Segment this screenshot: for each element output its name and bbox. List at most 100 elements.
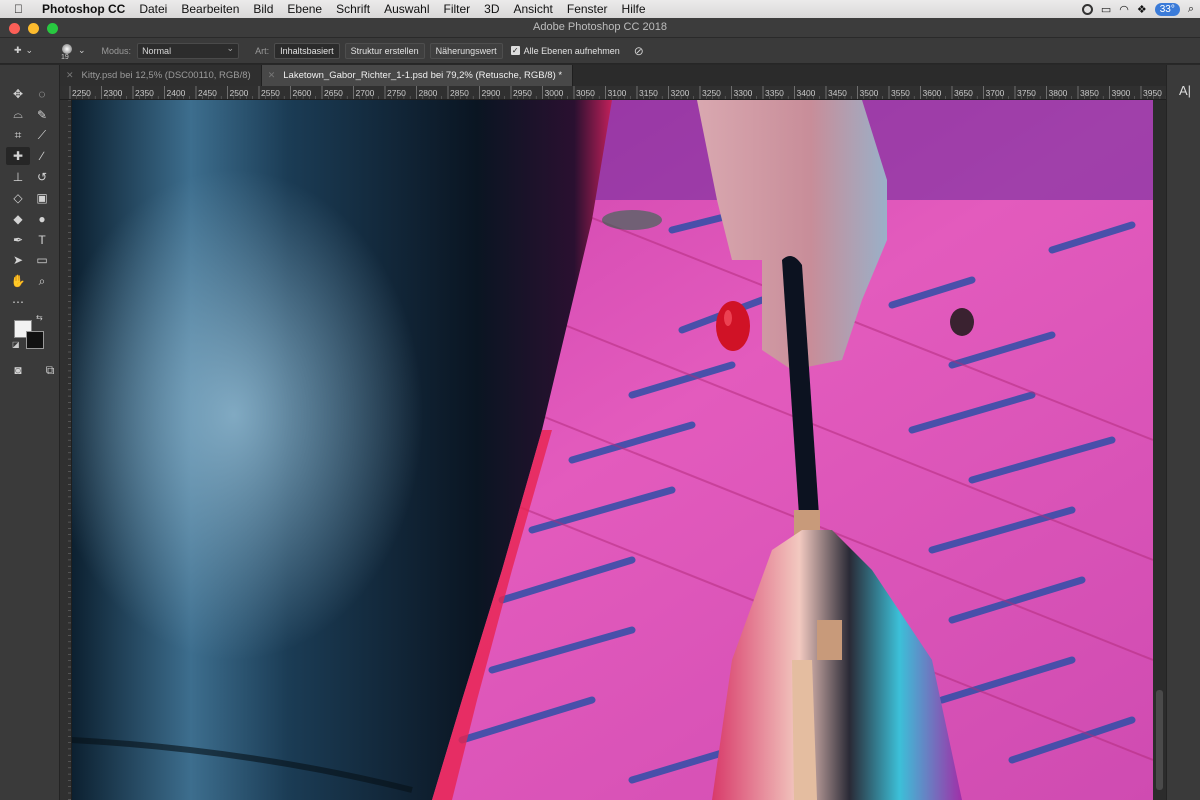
ruler-label: 3850 bbox=[1080, 88, 1099, 98]
ruler-label: 2950 bbox=[513, 88, 532, 98]
ruler-label: 2550 bbox=[261, 88, 280, 98]
ruler-label: 3600 bbox=[923, 88, 942, 98]
search-icon[interactable]: ⌕ bbox=[1188, 3, 1194, 16]
path-select-tool-icon[interactable]: ➤ bbox=[6, 251, 30, 269]
default-colors-icon[interactable]: ◪ bbox=[12, 340, 20, 349]
ruler-label: 3100 bbox=[608, 88, 627, 98]
tools-panel: ✥ ◌ ⌓ ✎ ⌗ ⟋ ✚ ∕ ⊥ ↺ ◇ ▣ ◆ ● ✒ T ➤ ▭ ✋ ⌕ ⋯ ⇆ ◪ ◙ ⧉ bbox=[0, 65, 60, 800]
ruler-label: 3350 bbox=[765, 88, 784, 98]
color-swatches: ⇆ ◪ bbox=[12, 313, 48, 351]
zoom-tool-icon[interactable]: ⌕ bbox=[30, 272, 54, 290]
window-title: Adobe Photoshop CC 2018 bbox=[533, 21, 667, 33]
battery-icon[interactable]: ▭ bbox=[1101, 3, 1111, 16]
wifi-icon[interactable]: ◠ bbox=[1119, 3, 1129, 16]
brush-size: 19 bbox=[61, 53, 69, 61]
ruler-label: 3000 bbox=[545, 88, 564, 98]
create-texture-button[interactable]: Struktur erstellen bbox=[344, 42, 425, 59]
tab-kitty[interactable]: ✕ Kitty.psd bei 12,5% (DSC00110, RGB/8) bbox=[60, 65, 262, 86]
background-color[interactable] bbox=[26, 331, 44, 349]
ruler-label: 3550 bbox=[891, 88, 910, 98]
type-tool-icon[interactable]: T bbox=[30, 231, 54, 249]
scroll-thumb[interactable] bbox=[1156, 690, 1163, 790]
crop-tool-icon[interactable]: ⌗ bbox=[6, 127, 30, 145]
lasso-tool-icon[interactable]: ⌓ bbox=[6, 106, 30, 124]
rectangle-tool-icon[interactable]: ▭ bbox=[30, 251, 54, 269]
ruler-label: 3400 bbox=[797, 88, 816, 98]
chevron-down-icon: ⌄ bbox=[25, 45, 34, 55]
menu-app-name[interactable]: Photoshop CC bbox=[42, 2, 125, 16]
menu-datei[interactable]: Datei bbox=[139, 2, 167, 16]
content-aware-button[interactable]: Inhaltsbasiert bbox=[274, 42, 340, 59]
hand-tool-icon[interactable]: ✋ bbox=[6, 272, 30, 290]
vertical-ruler[interactable] bbox=[60, 100, 72, 800]
pressure-size-icon[interactable]: ⊘ bbox=[634, 44, 644, 58]
history-brush-tool-icon[interactable]: ↺ bbox=[30, 168, 54, 186]
vertical-scrollbar[interactable] bbox=[1153, 100, 1166, 800]
horizontal-ruler[interactable]: 2250 2300 2350 2400 2450 2500 2550 2600 2650 2700… bbox=[60, 86, 1166, 100]
clone-stamp-tool-icon[interactable]: ⊥ bbox=[6, 168, 30, 186]
marquee-tool-icon[interactable]: ◌ bbox=[30, 85, 54, 103]
eraser-tool-icon[interactable]: ◇ bbox=[6, 189, 30, 207]
checkmark-icon: ✓ bbox=[510, 46, 520, 55]
photo-image bbox=[72, 100, 1153, 800]
tool-preset-picker[interactable]: ✚ ⌄ bbox=[14, 45, 44, 56]
menu-bild[interactable]: Bild bbox=[253, 2, 273, 16]
dodge-tool-icon[interactable]: ● bbox=[30, 210, 54, 228]
mode-tools: ◙ ⧉ bbox=[6, 361, 62, 379]
mode-select[interactable]: Normal bbox=[137, 42, 240, 59]
proximity-match-button[interactable]: Näherungswert bbox=[429, 42, 503, 59]
ruler-label: 2450 bbox=[198, 88, 217, 98]
apple-icon[interactable]:  bbox=[14, 2, 32, 16]
ruler-label: 3450 bbox=[828, 88, 847, 98]
healing-brush-tool-icon[interactable]: ✚ bbox=[6, 147, 30, 166]
menu-bearbeiten[interactable]: Bearbeiten bbox=[181, 2, 239, 16]
brush-picker[interactable]: 19 ⌄ bbox=[60, 43, 86, 61]
close-tab-icon[interactable]: ✕ bbox=[66, 70, 74, 81]
healing-brush-icon: ✚ bbox=[14, 45, 22, 55]
ruler-label: 2800 bbox=[419, 88, 438, 98]
sample-all-layers-label: Alle Ebenen aufnehmen bbox=[523, 45, 620, 56]
ruler-label: 2350 bbox=[135, 88, 154, 98]
document-canvas[interactable] bbox=[72, 100, 1153, 800]
ruler-label: 3650 bbox=[954, 88, 973, 98]
gradient-tool-icon[interactable]: ▣ bbox=[30, 189, 54, 207]
menu-filter[interactable]: Filter bbox=[443, 2, 470, 16]
ruler-label: 3750 bbox=[1017, 88, 1036, 98]
pen-tool-icon[interactable]: ✒ bbox=[6, 231, 30, 249]
quick-mask-icon[interactable]: ◙ bbox=[6, 361, 30, 379]
ruler-label: 3250 bbox=[702, 88, 721, 98]
character-panel-icon[interactable]: A| bbox=[1179, 83, 1191, 98]
brush-tip-icon bbox=[62, 43, 72, 54]
record-icon[interactable] bbox=[1081, 3, 1093, 15]
menu-hilfe[interactable]: Hilfe bbox=[622, 2, 646, 16]
tool-options-bar: ✚⌄ 19 ⌄ Modus: Normal Art: Inhaltsbasier… bbox=[0, 38, 1200, 64]
close-tab-icon[interactable]: ✕ bbox=[268, 70, 276, 81]
ruler-label: 3900 bbox=[1112, 88, 1131, 98]
swap-colors-icon[interactable]: ⇆ bbox=[36, 313, 43, 322]
more-tools-icon[interactable]: ⋯ bbox=[6, 293, 30, 311]
brush-tool-icon[interactable]: ∕ bbox=[30, 147, 54, 165]
menu-ansicht[interactable]: Ansicht bbox=[514, 2, 553, 16]
menu-3d[interactable]: 3D bbox=[484, 2, 499, 16]
sample-all-layers-checkbox[interactable]: ✓ Alle Ebenen aufnehmen bbox=[510, 45, 620, 56]
status-area: ▭ ◠ ❖ 33° ⌕ bbox=[1081, 0, 1194, 18]
menu-fenster[interactable]: Fenster bbox=[567, 2, 608, 16]
dropbox-icon[interactable]: ❖ bbox=[1137, 3, 1147, 16]
move-tool-icon[interactable]: ✥ bbox=[6, 85, 30, 103]
menu-auswahl[interactable]: Auswahl bbox=[384, 2, 429, 16]
weather-badge[interactable]: 33° bbox=[1154, 2, 1180, 16]
ruler-label: 3800 bbox=[1049, 88, 1068, 98]
tool-grid: ✥ ◌ ⌓ ✎ ⌗ ⟋ ✚ ∕ ⊥ ↺ ◇ ▣ ◆ ● ✒ T ➤ ▭ ✋ ⌕ ⋯ bbox=[6, 85, 54, 311]
tab-laketown[interactable]: ✕ Laketown_Gabor_Richter_1-1.psd bei 79,… bbox=[261, 65, 574, 86]
ruler-label: 3700 bbox=[986, 88, 1005, 98]
screen-mode-icon[interactable]: ⧉ bbox=[38, 361, 62, 379]
menu-schrift[interactable]: Schrift bbox=[336, 2, 370, 16]
eyedropper-tool-icon[interactable]: ⟋ bbox=[30, 127, 54, 145]
ruler-label: 2850 bbox=[450, 88, 469, 98]
ruler-label: 2400 bbox=[167, 88, 186, 98]
menu-ebene[interactable]: Ebene bbox=[287, 2, 322, 16]
ruler-label: 2900 bbox=[482, 88, 501, 98]
window-titlebar: Adobe Photoshop CC 2018 bbox=[0, 18, 1200, 38]
quick-select-tool-icon[interactable]: ✎ bbox=[30, 106, 54, 124]
blur-tool-icon[interactable]: ◆ bbox=[6, 210, 30, 228]
